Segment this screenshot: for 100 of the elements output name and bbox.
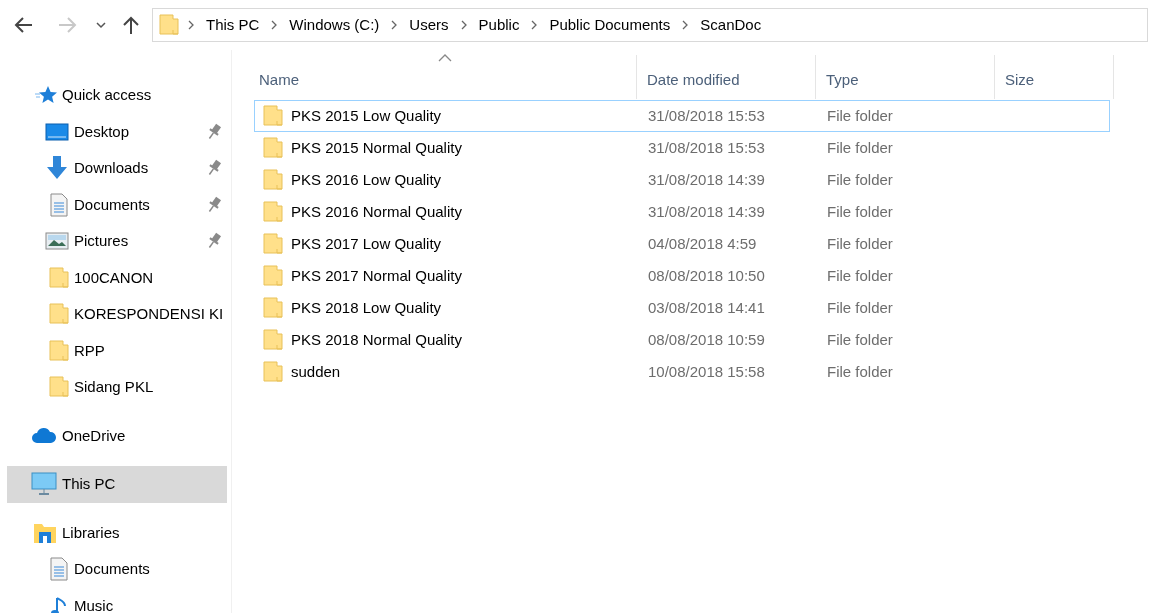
music-note-icon (51, 594, 69, 613)
folder-icon (263, 233, 283, 255)
folder-icon (263, 105, 283, 127)
date-cell-text: 31/08/2018 15:53 (647, 137, 766, 158)
sidebar-label: RPP (74, 340, 106, 361)
folder-icon (49, 266, 69, 289)
sidebar-item[interactable]: RPP (7, 332, 227, 369)
folder-icon (49, 303, 69, 326)
folder-icon (263, 297, 283, 319)
folder-icon (263, 201, 283, 223)
sidebar-item[interactable]: KORESPONDENSI KI (7, 296, 227, 333)
back-button[interactable] (13, 15, 34, 35)
sidebar-label: KORESPONDENSI KI (74, 304, 225, 324)
type-cell-text: File folder (826, 329, 894, 350)
folder-icon (159, 14, 179, 36)
breadcrumb-link[interactable]: ScanDoc (697, 13, 765, 37)
file-name: PKS 2016 Normal Quality (291, 201, 462, 222)
file-row[interactable]: sudden 10/08/2018 15:58 File folder (254, 356, 1110, 388)
sidebar-item[interactable]: Downloads (7, 150, 227, 187)
file-row[interactable]: PKS 2017 Low Quality 04/08/2018 4:59 File folder (254, 228, 1110, 260)
file-row[interactable]: PKS 2018 Low Quality 03/08/2018 14:41 File folder (254, 292, 1110, 324)
folder-icon (263, 137, 283, 159)
column-header[interactable]: Type (816, 55, 995, 99)
sidebar-label: Pictures (74, 231, 130, 251)
sidebar-label: Quick access (62, 85, 153, 105)
breadcrumb-link[interactable]: Public Documents (546, 13, 674, 37)
sidebar-item[interactable]: OneDrive (7, 417, 227, 454)
document-icon (49, 557, 69, 582)
type-cell-text: File folder (826, 297, 894, 318)
folder-icon (263, 329, 283, 351)
sidebar-label: Music (74, 595, 115, 613)
file-name: sudden (291, 361, 341, 382)
type-cell-text: File folder (826, 361, 894, 382)
type-cell-text: File folder (826, 201, 894, 222)
folder-icon (263, 265, 283, 287)
up-button[interactable] (122, 15, 140, 35)
sidebar-item[interactable]: Music (7, 587, 227, 613)
sidebar-label: Desktop (74, 121, 131, 142)
sidebar-item[interactable]: Sidang PKL (7, 369, 227, 406)
file-row[interactable]: PKS 2016 Low Quality 31/08/2018 14:39 File folder (254, 164, 1110, 196)
type-cell-text: File folder (826, 233, 894, 254)
type-cell-text: File folder (826, 105, 894, 126)
sidebar-item[interactable]: Desktop (7, 113, 227, 150)
folder-icon (263, 169, 283, 191)
sidebar-item[interactable]: Quick access (7, 77, 227, 114)
picture-icon (45, 231, 69, 252)
breadcrumb-link[interactable]: Public (475, 13, 523, 37)
file-name: PKS 2017 Normal Quality (291, 265, 462, 286)
file-row[interactable]: PKS 2016 Normal Quality 31/08/2018 14:39 File folder (254, 196, 1110, 228)
date-cell-text: 08/08/2018 10:50 (647, 265, 766, 286)
file-row[interactable]: PKS 2015 Low Quality 31/08/2018 15:53 File folder (254, 100, 1110, 132)
column-header[interactable]: Size (995, 55, 1114, 99)
file-name: PKS 2018 Low Quality (291, 297, 442, 318)
sidebar-label: 100CANON (74, 267, 155, 288)
sidebar-item[interactable]: Documents (7, 186, 227, 223)
sidebar-item[interactable]: Pictures (7, 223, 227, 260)
type-cell-text: File folder (826, 265, 894, 286)
breadcrumb-link[interactable]: This PC (203, 13, 263, 37)
cloud-icon (31, 426, 57, 445)
sidebar-label: Libraries (62, 522, 121, 543)
sidebar-label: Sidang PKL (74, 377, 155, 397)
star-icon (35, 85, 57, 106)
sidebar-label: Documents (74, 559, 151, 579)
folder-icon (49, 339, 69, 362)
file-name: PKS 2018 Normal Quality (291, 329, 462, 350)
library-icon (33, 521, 57, 544)
type-cell-text: File folder (826, 169, 894, 190)
date-cell-text: 31/08/2018 14:39 (647, 201, 766, 222)
sidebar-item[interactable]: Libraries (7, 514, 227, 551)
sidebar-label: Downloads (74, 158, 150, 178)
document-icon (49, 192, 69, 217)
sidebar-item[interactable]: 100CANON (7, 259, 227, 296)
date-cell-text: 10/08/2018 15:58 (647, 361, 766, 382)
date-cell-text: 08/08/2018 10:59 (647, 329, 766, 350)
computer-icon (31, 472, 57, 497)
monitor-icon (45, 121, 69, 142)
file-row[interactable]: PKS 2015 Normal Quality 31/08/2018 15:53 File folder (254, 132, 1110, 164)
file-name: PKS 2015 Normal Quality (291, 137, 462, 158)
folder-icon (49, 376, 69, 399)
file-row[interactable]: PKS 2017 Normal Quality 08/08/2018 10:50 File folder (254, 260, 1110, 292)
date-cell-text: 31/08/2018 15:53 (647, 105, 766, 126)
sidebar-item[interactable]: This PC (7, 466, 227, 503)
file-row[interactable]: PKS 2018 Normal Quality 08/08/2018 10:59 File folder (254, 324, 1110, 356)
file-name: PKS 2015 Low Quality (291, 105, 442, 126)
column-header[interactable]: Date modified (637, 55, 816, 99)
breadcrumb-link[interactable]: Users (406, 13, 452, 37)
breadcrumb-link[interactable]: Windows (C:) (286, 13, 383, 37)
file-name: PKS 2017 Low Quality (291, 233, 442, 254)
date-cell-text: 04/08/2018 4:59 (647, 233, 758, 254)
date-cell-text: 31/08/2018 14:39 (647, 169, 766, 190)
sidebar-label: Documents (74, 194, 151, 215)
date-cell-text: 03/08/2018 14:41 (647, 297, 766, 318)
sidebar-label: This PC (62, 474, 117, 494)
address-bar[interactable]: This PC Windows (C:) Users Public Public Documents ScanDoc (152, 8, 1148, 42)
type-cell-text: File folder (826, 137, 894, 158)
folder-icon (263, 361, 283, 383)
column-header[interactable]: Name (254, 55, 637, 99)
file-name: PKS 2016 Low Quality (291, 169, 442, 190)
sidebar-label: OneDrive (62, 425, 127, 446)
sidebar-item[interactable]: Documents (7, 551, 227, 588)
